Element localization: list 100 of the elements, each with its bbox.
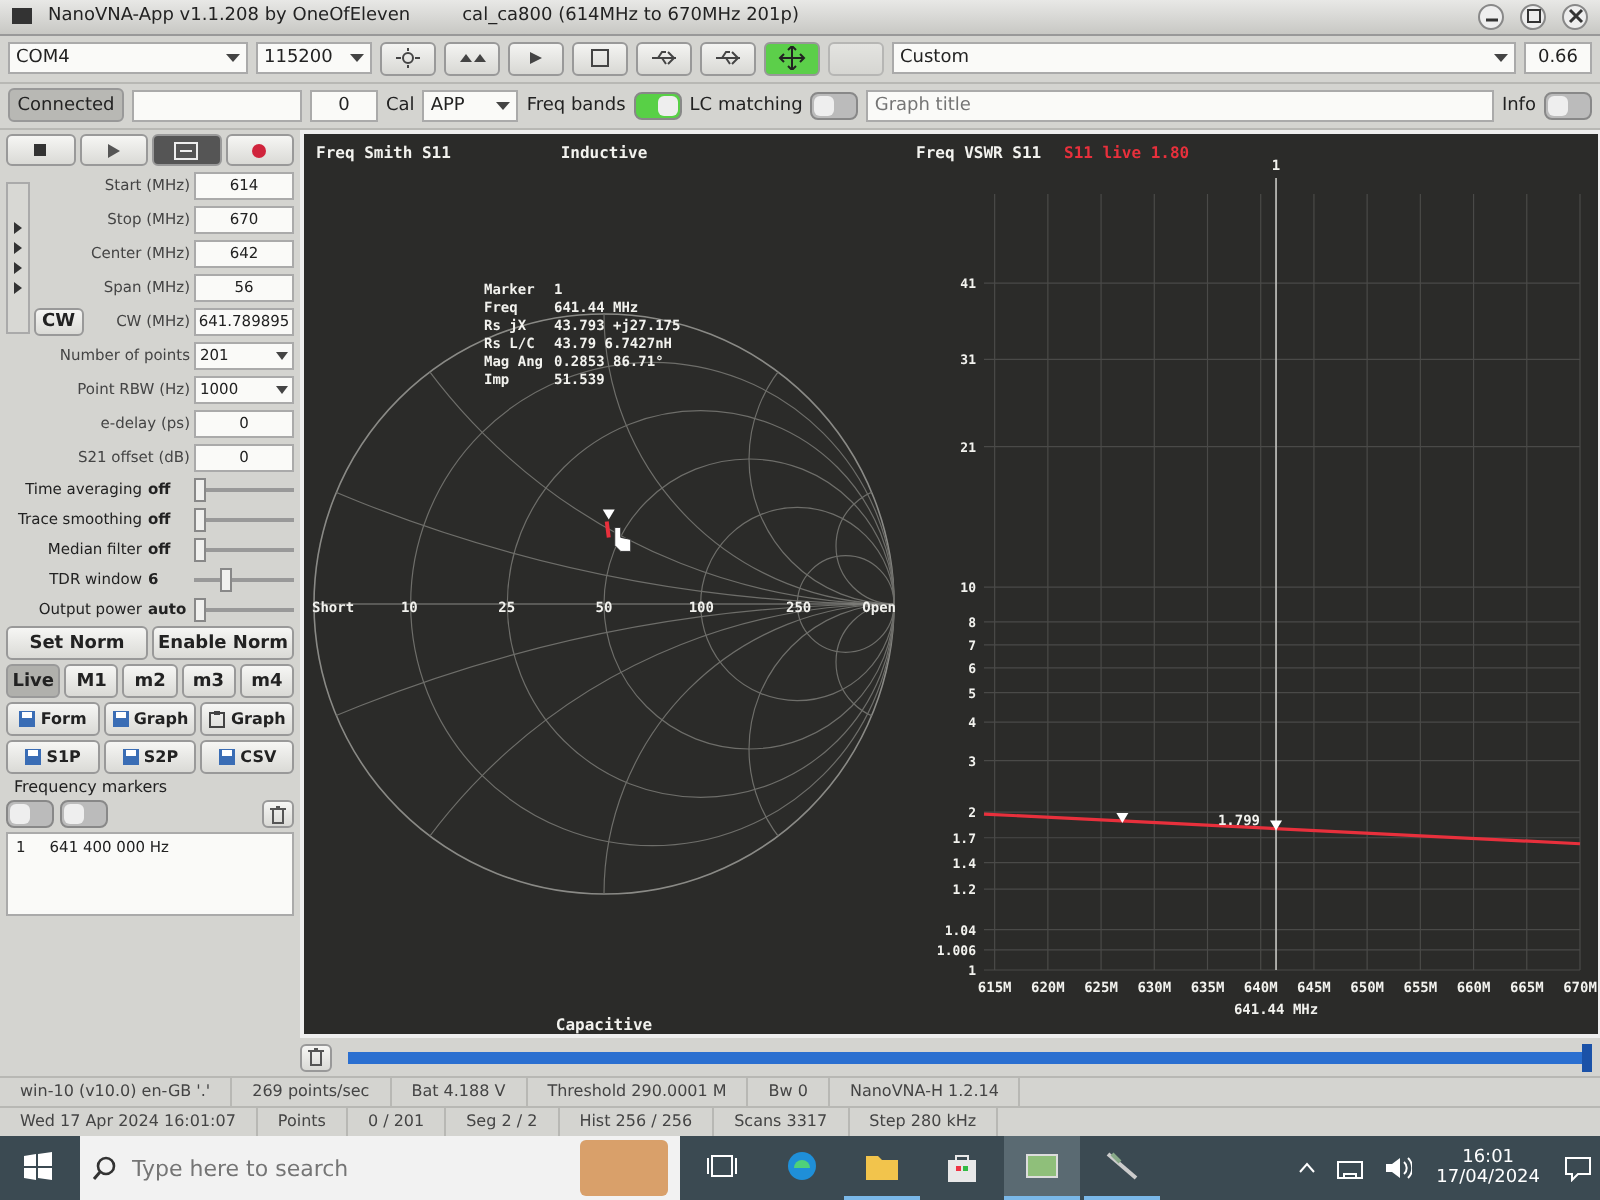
save-button[interactable]: S1P — [6, 740, 100, 775]
slider-thumb[interactable] — [220, 567, 233, 592]
clipboard-icon — [208, 710, 227, 729]
save-button[interactable]: Graph — [103, 702, 197, 737]
preset-value-field[interactable]: 0.66 — [1524, 42, 1592, 75]
close-icon — [1567, 8, 1583, 25]
clear-button[interactable] — [300, 1043, 332, 1072]
slider-thumb[interactable] — [194, 537, 206, 562]
norm-button[interactable]: Set Norm — [6, 626, 148, 661]
caret-icon — [496, 101, 511, 110]
taskbar-app-button[interactable] — [1004, 1136, 1080, 1200]
status-text: 269 points/sec — [232, 1078, 392, 1107]
minimize-button[interactable] — [1478, 3, 1504, 30]
caret-icon — [226, 54, 240, 63]
search-field[interactable]: Type here to search — [128, 1153, 568, 1184]
right-arrow-icon — [526, 48, 546, 69]
folder-icon — [866, 1152, 898, 1181]
inductive-label: Inductive — [560, 144, 648, 163]
chart-title: Freq Smith S11 — [316, 144, 451, 163]
toolbar-button[interactable] — [380, 41, 436, 76]
trash-icon — [270, 805, 286, 824]
toolbar-button[interactable] — [508, 41, 564, 76]
info-toggle[interactable] — [1544, 91, 1592, 120]
transport-button[interactable] — [79, 134, 148, 167]
marker-triangle — [1270, 820, 1283, 831]
toolbar-button[interactable] — [572, 41, 628, 76]
delete-button[interactable] — [262, 800, 294, 829]
graph-title-field[interactable]: Graph title — [866, 89, 1494, 122]
marker-button[interactable]: m3 — [181, 664, 236, 699]
play-icon — [107, 143, 120, 158]
cal-value-field[interactable]: 0 — [310, 89, 378, 122]
toolbar-button[interactable] — [636, 41, 692, 76]
frequency-markers-label: Frequency markers — [12, 778, 170, 797]
save-button[interactable]: Graph — [200, 702, 294, 737]
slider-thumb[interactable] — [194, 477, 206, 502]
cal-label: Cal — [386, 95, 415, 116]
preset-dropdown[interactable]: Custom — [892, 42, 1516, 75]
window-title: NanoVNA-App v1.1.208 by OneOfEleven — [48, 6, 411, 27]
marker-button[interactable]: m4 — [239, 664, 295, 699]
port-dropdown[interactable]: COM4 — [8, 42, 248, 75]
toggle-label: LC matching — [689, 95, 803, 116]
marker-triangle — [1116, 813, 1129, 824]
chevron-up-icon[interactable] — [1298, 1162, 1317, 1175]
close-button[interactable] — [1562, 3, 1588, 30]
toggle-switch[interactable] — [6, 800, 54, 829]
slider-thumb[interactable] — [194, 597, 206, 622]
toolbar-button[interactable] — [444, 41, 500, 76]
maximize-button[interactable] — [1520, 3, 1546, 30]
status-text: NanoVNA-H 1.2.14 — [829, 1078, 1021, 1107]
network-icon[interactable] — [1336, 1156, 1365, 1181]
shopping-bag-icon — [946, 1151, 978, 1182]
square-icon — [590, 48, 610, 69]
cw-button[interactable]: CW — [34, 307, 84, 336]
live-trace-label: S11 live 1.80 — [1064, 144, 1190, 163]
move-icon — [778, 46, 806, 71]
marker-button[interactable]: Live — [6, 664, 61, 699]
caret-icon — [350, 54, 364, 63]
taskbar-clock[interactable]: 16:01 17/04/2024 — [1424, 1148, 1552, 1189]
status-text: Threshold 290.0001 M — [527, 1078, 749, 1107]
toggle-switch[interactable] — [633, 91, 682, 120]
status-text: Bat 4.188 V — [391, 1078, 528, 1107]
stop-icon — [34, 144, 47, 157]
search-icon — [92, 1156, 116, 1181]
slider-thumb[interactable] — [194, 507, 206, 532]
transport-button[interactable] — [152, 134, 221, 167]
toolbar-button[interactable] — [764, 41, 820, 76]
toggle-switch[interactable] — [60, 800, 108, 829]
cal-mode-dropdown[interactable]: APP — [422, 89, 519, 122]
search-box[interactable]: Type here to search — [80, 1136, 680, 1200]
save-button[interactable]: S2P — [103, 740, 197, 775]
mouse-pointer-icon — [614, 527, 632, 553]
status-field[interactable] — [132, 89, 302, 122]
marker-button[interactable]: m2 — [122, 664, 178, 699]
toggle-label: Freq bands — [526, 95, 626, 116]
caret-icon — [1494, 54, 1508, 63]
record-icon — [252, 143, 267, 158]
collapsed-panel-strip[interactable] — [6, 182, 30, 335]
search-highlight-picture — [580, 1140, 668, 1197]
slider-track[interactable] — [194, 597, 294, 622]
marker-trace — [602, 509, 615, 538]
maximize-icon — [1525, 8, 1541, 25]
task-view-icon — [706, 1152, 738, 1181]
document-title: cal_ca800 (614MHz to 670MHz 201p) — [462, 6, 799, 27]
transport-button[interactable] — [6, 134, 75, 167]
marker-button[interactable]: M1 — [64, 664, 119, 699]
save-button[interactable]: Form — [6, 702, 100, 737]
save-button[interactable]: CSV — [200, 740, 294, 775]
norm-button[interactable]: Enable Norm — [152, 626, 294, 661]
windows-logo-icon — [24, 1152, 52, 1181]
connect-button[interactable]: Connected — [8, 88, 124, 123]
baud-dropdown[interactable]: 115200 — [256, 42, 372, 75]
speaker-icon[interactable] — [1384, 1156, 1413, 1181]
calibrate-icon — [174, 141, 199, 160]
notification-icon[interactable] — [1564, 1154, 1592, 1183]
toolbar-button[interactable] — [700, 41, 756, 76]
frequency-range-bar[interactable] — [348, 1043, 1592, 1072]
range-handle[interactable] — [1582, 1043, 1592, 1072]
slider-track[interactable] — [194, 477, 294, 502]
toggle-switch[interactable] — [810, 91, 859, 120]
app-icon — [12, 8, 32, 25]
